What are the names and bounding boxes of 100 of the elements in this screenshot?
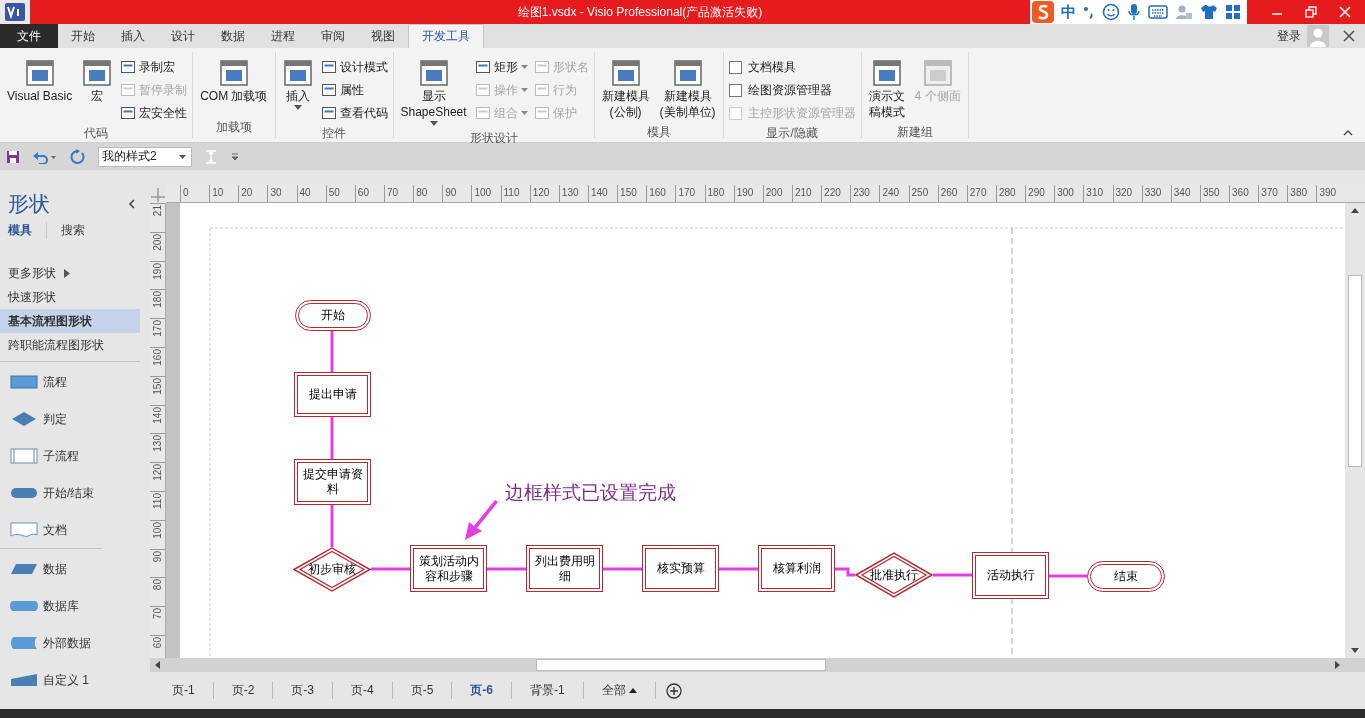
scroll-left-icon[interactable] [154, 661, 160, 669]
save-icon[interactable] [6, 149, 20, 164]
ribbon-button[interactable]: 演示文 稿模式 [866, 56, 907, 122]
shirt-icon[interactable] [1200, 4, 1218, 20]
decision-node: 批准执行 [855, 552, 933, 598]
ribbon-tab[interactable]: 审阅 [308, 24, 358, 48]
grid-menu-icon[interactable] [1225, 4, 1241, 20]
ribbon-button[interactable]: 宏 [80, 56, 115, 123]
stencil-shape[interactable]: 流程 [10, 368, 150, 396]
ribbon-button[interactable]: 新建模具 (公制) [599, 56, 652, 122]
ribbon-button[interactable]: 新建模具 (美制单位) [657, 56, 718, 122]
page-tab[interactable]: 页-6 [452, 682, 513, 699]
page-tab[interactable]: 背景-1 [512, 682, 584, 699]
process-node: 提出申请 [294, 372, 371, 417]
add-page-icon[interactable] [665, 682, 682, 699]
page-tab[interactable]: 全部 [583, 682, 656, 699]
ribbon-tab[interactable]: 插入 [108, 24, 158, 48]
ribbon-button[interactable]: 宏安全性 [120, 103, 188, 123]
stencil-shape[interactable]: 子流程 [10, 442, 150, 470]
input-method-logo-icon[interactable] [1032, 1, 1054, 23]
checkbox[interactable]: 文档模具 [728, 57, 856, 77]
caret-icon [520, 111, 528, 115]
process-node: 活动执行 [972, 552, 1049, 599]
scroll-up-icon[interactable] [1351, 207, 1359, 213]
panel-tab[interactable]: 模具 [8, 222, 47, 239]
ribbon-tab[interactable]: 开发工具 [408, 24, 484, 48]
stencil-shape[interactable]: 开始/结束 [10, 479, 150, 507]
keyboard-icon[interactable] [1148, 5, 1168, 19]
style-dropdown[interactable]: 我的样式2 [98, 146, 192, 167]
square-icon [474, 59, 491, 75]
panel-title: 形状 [8, 191, 50, 217]
connector-line [371, 567, 410, 571]
close-icon[interactable] [1343, 30, 1355, 42]
process-node: 列出费用明细 [526, 545, 603, 592]
ribbon-button[interactable]: 矩形 [474, 57, 528, 77]
sign-in-link[interactable]: 登录 [1277, 24, 1307, 48]
group-label: 形状设计 [468, 130, 519, 147]
checkbox[interactable]: 绘图资源管理器 [728, 80, 856, 100]
stencil-shape[interactable]: 数据 [10, 555, 140, 583]
stencil-shape[interactable]: 判定 [10, 405, 150, 433]
stencil-shape[interactable]: 文档 [10, 516, 150, 544]
window-icon [418, 58, 449, 88]
collapse-ribbon-icon[interactable] [1343, 130, 1353, 136]
ribbon-button[interactable]: 查看代码 [320, 103, 388, 123]
window-icon [218, 58, 249, 88]
input-mode-toggle[interactable]: 中 [1061, 2, 1076, 22]
terminator-node: 开始 [295, 300, 371, 331]
caret-icon [179, 154, 186, 159]
ribbon-button[interactable]: 录制宏 [120, 57, 188, 77]
collapse-panel-icon[interactable] [128, 199, 136, 209]
group-label: 代码 [83, 125, 110, 142]
connector-line [835, 567, 855, 577]
page-tab[interactable]: 页-5 [392, 682, 453, 699]
ribbon-tab[interactable]: 进程 [258, 24, 308, 48]
external-data-icon [10, 635, 38, 651]
smiley-icon[interactable] [1102, 3, 1120, 21]
stencil-shape[interactable]: 数据库 [10, 592, 140, 620]
microphone-icon[interactable] [1127, 3, 1141, 21]
stencil-list-item[interactable]: 快速形状 [0, 285, 140, 309]
connector-line [603, 567, 642, 571]
process-node: 核算利润 [758, 545, 835, 592]
process-node: 核实预算 [642, 545, 719, 592]
scroll-right-icon[interactable] [1335, 661, 1341, 669]
square-icon [474, 82, 491, 98]
scroll-down-icon[interactable] [1351, 648, 1359, 654]
connector-line [933, 573, 972, 577]
window-icon [24, 58, 55, 88]
page-tab[interactable]: 页-1 [154, 682, 214, 699]
parallelogram-icon [10, 561, 38, 577]
customize-caret-icon[interactable] [230, 151, 240, 162]
ribbon-tab[interactable]: 开始 [58, 24, 108, 48]
punctuation-icon[interactable] [1083, 4, 1095, 20]
horizontal-scrollbar[interactable] [150, 658, 1365, 672]
square-icon [320, 82, 337, 98]
page-tab[interactable]: 页-3 [273, 682, 333, 699]
connector-line [330, 417, 334, 459]
terminator-node: 结束 [1087, 561, 1165, 592]
ribbon-button[interactable]: Visual Basic [5, 56, 75, 123]
ribbon-button[interactable]: 插入 [280, 56, 315, 123]
stencil-list-item[interactable]: 跨职能流程图形状 [0, 333, 140, 357]
ribbon-tab[interactable]: 视图 [358, 24, 408, 48]
undo-icon[interactable] [32, 149, 58, 164]
page-tab[interactable]: 页-4 [333, 682, 393, 699]
ribbon-button[interactable]: 显示 ShapeSheet [398, 56, 469, 128]
ribbon-tab[interactable]: 数据 [208, 24, 258, 48]
stencil-list-item[interactable]: 更多形状 [0, 261, 140, 285]
ribbon-button[interactable]: 属性 [320, 80, 388, 100]
ribbon-button[interactable]: COM 加载项 [198, 56, 270, 117]
caret-icon [429, 121, 438, 126]
stencil-list-item[interactable]: 基本流程图形状 [0, 309, 140, 333]
page-tab[interactable]: 页-2 [213, 682, 274, 699]
ribbon-button[interactable]: 设计模式 [320, 57, 388, 77]
window-icon [672, 58, 703, 88]
stencil-shape[interactable]: 外部数据 [10, 629, 140, 657]
restore-icon[interactable] [1305, 6, 1317, 18]
panel-tab[interactable]: 搜索 [61, 222, 99, 239]
ribbon-tab[interactable]: 设计 [158, 24, 208, 48]
ribbon-tab[interactable]: 文件 [0, 24, 58, 48]
redo-icon[interactable] [70, 148, 86, 165]
stencil-shape[interactable]: 自定义 1 [10, 666, 140, 694]
